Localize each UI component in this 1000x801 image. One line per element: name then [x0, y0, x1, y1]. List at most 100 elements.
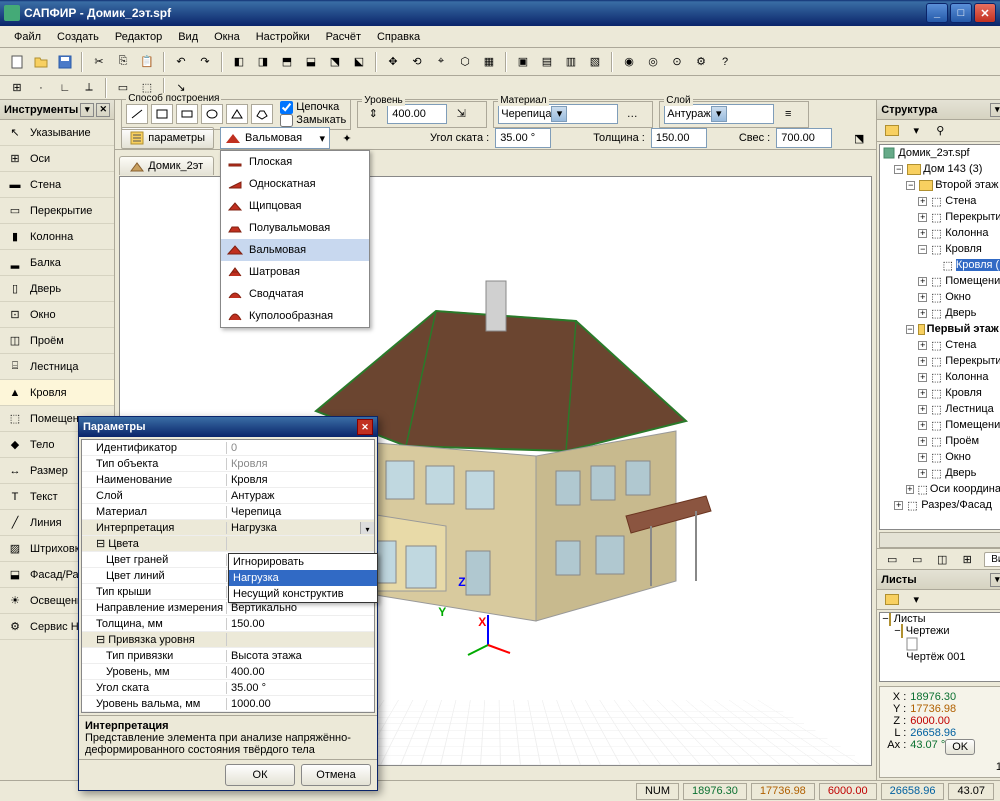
- tool-icon[interactable]: ⬔: [324, 51, 346, 73]
- tool-icon[interactable]: ⌖: [430, 51, 452, 73]
- roof-type-option[interactable]: Плоская: [221, 151, 369, 173]
- tool-item-указывание[interactable]: ↖Указывание: [0, 120, 114, 146]
- snap-icon[interactable]: ⊞: [6, 77, 28, 99]
- sheets-tree[interactable]: − Листы − Чертежи Чертёж 001: [879, 612, 1000, 682]
- expand-icon[interactable]: −: [906, 325, 913, 334]
- shape-poly-icon[interactable]: [226, 104, 248, 124]
- dialog-titlebar[interactable]: Параметры ✕: [79, 417, 377, 437]
- menu-help[interactable]: Справка: [369, 28, 428, 46]
- tool-icon[interactable]: ▤: [536, 51, 558, 73]
- layer-combo[interactable]: Антураж▾: [664, 104, 774, 124]
- expand-icon[interactable]: +: [918, 469, 927, 478]
- tool-icon[interactable]: ⬡: [454, 51, 476, 73]
- new-icon[interactable]: [6, 51, 28, 73]
- expand-icon[interactable]: +: [918, 373, 927, 382]
- tree-node[interactable]: +⬚ Колонна: [880, 225, 1000, 241]
- tool-icon[interactable]: ▧: [584, 51, 606, 73]
- property-row[interactable]: Тип привязкиВысота этажа: [82, 648, 374, 664]
- maximize-button[interactable]: □: [950, 3, 972, 23]
- tool-item-оси[interactable]: ⊞Оси: [0, 146, 114, 172]
- tree-node[interactable]: +⬚ Перекрытие: [880, 209, 1000, 225]
- property-row[interactable]: Уровень, мм400.00: [82, 664, 374, 680]
- open-icon[interactable]: [30, 51, 52, 73]
- tree-node[interactable]: +⬚ Стена: [880, 193, 1000, 209]
- property-row[interactable]: НаименованиеКровля: [82, 472, 374, 488]
- minitab-icon[interactable]: ◫: [931, 548, 953, 570]
- tool-icon[interactable]: ▣: [512, 51, 534, 73]
- expand-icon[interactable]: +: [918, 453, 927, 462]
- tool-item-перекрытие[interactable]: ▭Перекрытие: [0, 198, 114, 224]
- property-row[interactable]: МатериалЧерепица: [82, 504, 374, 520]
- structure-tree[interactable]: Домик_2эт.spf− Дом 143 (3)− Второй этаж …: [879, 144, 1000, 530]
- property-row[interactable]: ⊟ Привязка уровня: [82, 632, 374, 648]
- tool-icon[interactable]: ◎: [642, 51, 664, 73]
- expand-icon[interactable]: +: [918, 437, 927, 446]
- shape-rect2-icon[interactable]: [176, 104, 198, 124]
- tree-tool-icon[interactable]: ▾: [905, 120, 927, 142]
- expand-icon[interactable]: +: [918, 405, 927, 414]
- tool-item-проём[interactable]: ◫Проём: [0, 328, 114, 354]
- tool-icon[interactable]: ⬕: [348, 51, 370, 73]
- tool-item-кровля[interactable]: ▲Кровля: [0, 380, 114, 406]
- snap-icon[interactable]: ·: [30, 77, 52, 99]
- tree-node[interactable]: +⬚ Дверь: [880, 305, 1000, 321]
- tree-node[interactable]: +⬚ Проём: [880, 433, 1000, 449]
- cancel-button[interactable]: Отмена: [301, 764, 371, 786]
- tree-node[interactable]: − Второй этаж (69): [880, 177, 1000, 193]
- copy-icon[interactable]: ⎘: [112, 51, 134, 73]
- paste-icon[interactable]: 📋: [136, 51, 158, 73]
- panel-close-icon[interactable]: ✕: [96, 103, 110, 117]
- redo-icon[interactable]: ↷: [194, 51, 216, 73]
- mini-tab[interactable]: Ви...: [984, 552, 1000, 567]
- scrollbar[interactable]: [879, 532, 1000, 548]
- interp-option[interactable]: Нагрузка: [229, 570, 377, 586]
- tool-icon[interactable]: ▥: [560, 51, 582, 73]
- property-row[interactable]: Толщина, мм150.00: [82, 616, 374, 632]
- slope-input[interactable]: 35.00 °: [495, 128, 551, 148]
- property-row[interactable]: Уровень вальма, мм1000.00: [82, 696, 374, 712]
- tree-tool-icon[interactable]: ⚲: [929, 120, 951, 142]
- tree-node[interactable]: +⬚ Перекрытие: [880, 353, 1000, 369]
- menu-view[interactable]: Вид: [170, 28, 206, 46]
- expand-icon[interactable]: +: [918, 309, 927, 318]
- tree-node[interactable]: +⬚ Окно: [880, 289, 1000, 305]
- tool-icon[interactable]: ⊙: [666, 51, 688, 73]
- material-combo[interactable]: Черепица▾: [498, 104, 618, 124]
- expand-icon[interactable]: +: [918, 341, 927, 350]
- menu-file[interactable]: Файл: [6, 28, 49, 46]
- viewport-tab[interactable]: Домик_2эт: [119, 156, 214, 175]
- sheets-tool-icon[interactable]: ▾: [905, 589, 927, 611]
- shape-circle-icon[interactable]: [201, 104, 223, 124]
- level-icon[interactable]: ⇕: [362, 103, 384, 125]
- roof-type-option[interactable]: Щипцовая: [221, 195, 369, 217]
- minitab-icon[interactable]: ▭: [881, 548, 903, 570]
- close-checkbox[interactable]: Замыкать: [280, 114, 346, 127]
- expand-icon[interactable]: +: [918, 229, 927, 238]
- tool-item-стена[interactable]: ▬Стена: [0, 172, 114, 198]
- expand-icon[interactable]: −: [906, 181, 915, 190]
- params-button[interactable]: параметры: [121, 127, 214, 149]
- tree-node[interactable]: +⬚ Дверь: [880, 465, 1000, 481]
- coords-ok-button[interactable]: OK: [945, 739, 975, 755]
- expand-icon[interactable]: +: [918, 421, 927, 430]
- expand-icon[interactable]: −: [894, 165, 903, 174]
- tree-node[interactable]: +⬚ Стена: [880, 337, 1000, 353]
- property-row[interactable]: Идентификатор0: [82, 440, 374, 456]
- shape-line-icon[interactable]: [126, 104, 148, 124]
- roof-type-option[interactable]: Односкатная: [221, 173, 369, 195]
- roof-type-combo[interactable]: Вальмовая ▾ ПлоскаяОдноскатнаяЩипцоваяПо…: [220, 127, 330, 149]
- tree-node[interactable]: +⬚ Колонна: [880, 369, 1000, 385]
- property-row[interactable]: ⊟ Цвета: [82, 536, 374, 552]
- expand-icon[interactable]: +: [906, 485, 913, 494]
- save-icon[interactable]: [54, 51, 76, 73]
- tree-node[interactable]: +⬚ Разрез/Фасад: [880, 497, 1000, 513]
- sheets-tool-icon[interactable]: [881, 589, 903, 611]
- close-button[interactable]: ✕: [974, 3, 996, 23]
- cut-icon[interactable]: ✂: [88, 51, 110, 73]
- roof-type-option[interactable]: Полувальмовая: [221, 217, 369, 239]
- interp-option[interactable]: Несущий конструктив: [229, 586, 377, 602]
- tree-tool-icon[interactable]: [881, 120, 903, 142]
- expand-icon[interactable]: +: [918, 357, 927, 366]
- expand-icon[interactable]: +: [918, 293, 927, 302]
- dialog-close-icon[interactable]: ✕: [357, 419, 373, 435]
